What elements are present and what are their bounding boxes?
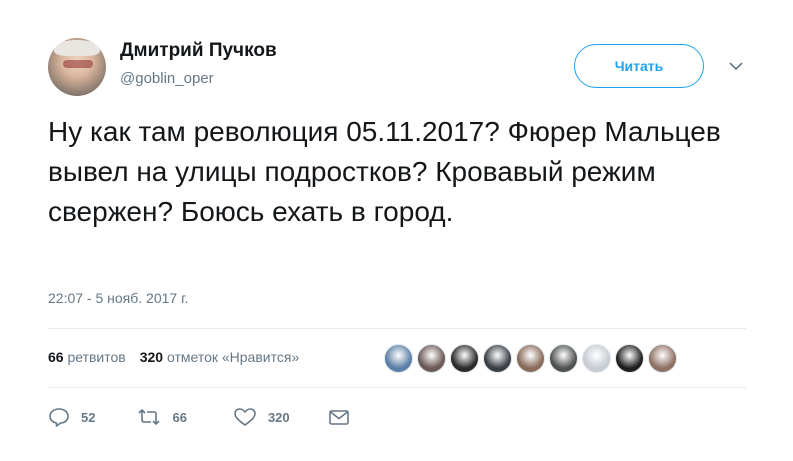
chevron-down-icon[interactable]	[728, 60, 744, 72]
liker-avatar[interactable]	[582, 344, 611, 373]
reply-button[interactable]: 52	[48, 407, 95, 427]
retweets-stat[interactable]: 66 ретвитов	[48, 349, 126, 365]
avatar[interactable]	[48, 38, 106, 96]
tweet-stats: 66 ретвитов 320 отметок «Нравится»	[48, 349, 299, 365]
envelope-icon	[328, 410, 349, 425]
tweet-timestamp[interactable]: 22:07 - 5 нояб. 2017 г.	[48, 290, 188, 306]
divider	[48, 328, 746, 329]
user-handle[interactable]: @goblin_oper	[120, 70, 214, 87]
likes-count: 320	[139, 349, 164, 365]
liker-avatar[interactable]	[450, 344, 479, 373]
tweet-text: Ну как там революция 05.11.2017? Фюрер М…	[48, 116, 721, 227]
liker-avatars	[384, 344, 677, 373]
display-name[interactable]: Дмитрий Пучков	[120, 40, 277, 62]
heart-icon	[234, 408, 256, 426]
likes-label: отметок «Нравится»	[166, 349, 300, 365]
retweet-count: 66	[172, 409, 187, 425]
retweet-button[interactable]: 66	[137, 407, 187, 427]
avatar-hair	[54, 40, 100, 56]
like-count: 320	[267, 409, 290, 425]
liker-avatar[interactable]	[483, 344, 512, 373]
follow-button[interactable]: Читать	[574, 44, 704, 88]
liker-avatar[interactable]	[384, 344, 413, 373]
direct-message-button[interactable]	[328, 408, 350, 426]
liker-avatar[interactable]	[615, 344, 644, 373]
liker-avatar[interactable]	[417, 344, 446, 373]
reply-count: 52	[81, 409, 96, 425]
retweets-label: ретвитов	[67, 349, 126, 365]
divider	[48, 387, 746, 388]
reply-icon	[49, 408, 69, 427]
liker-avatar[interactable]	[549, 344, 578, 373]
retweet-icon	[138, 408, 161, 426]
liker-avatar[interactable]	[516, 344, 545, 373]
avatar-glasses	[63, 60, 93, 68]
retweets-count: 66	[48, 349, 64, 365]
like-button[interactable]: 320	[233, 407, 290, 427]
likes-stat[interactable]: 320 отметок «Нравится»	[140, 349, 300, 365]
liker-avatar[interactable]	[648, 344, 677, 373]
tweet-actions: 52 66 320	[48, 404, 350, 430]
